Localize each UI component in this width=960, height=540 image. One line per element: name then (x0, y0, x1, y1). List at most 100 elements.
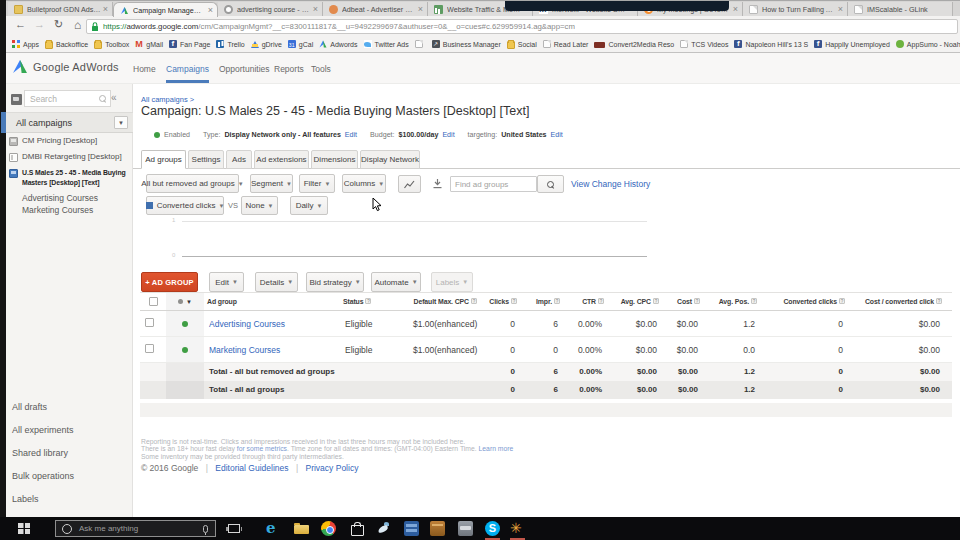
col-cost[interactable]: Cost? (662, 293, 703, 311)
edit-budget-link[interactable]: Edit (442, 131, 454, 139)
nav-reports[interactable]: Reports (274, 64, 304, 74)
sidebar-campaign-selected[interactable]: U.S Males 25 - 45 - Media Buying Masters… (6, 168, 133, 187)
refresh-icon[interactable]: ↻ (54, 18, 63, 31)
breadcrumb[interactable]: All campaigns > (141, 95, 194, 104)
close-icon[interactable]: × (103, 5, 108, 14)
download-button[interactable] (427, 175, 448, 193)
tab-display-network[interactable]: Display Network (360, 150, 420, 169)
tab-dimensions[interactable]: Dimensions (311, 150, 358, 169)
tab-settings[interactable]: Settings (188, 150, 224, 169)
help-icon[interactable]: ? (751, 298, 757, 304)
browser-tab[interactable]: Adbeat - Advertiser Profi × (323, 2, 428, 17)
bookmark[interactable]: Convert2Media Reso (594, 41, 674, 48)
tab-ad-groups[interactable]: Ad groups (141, 150, 186, 169)
interval-dropdown[interactable]: Daily▼ (290, 196, 328, 215)
task-view-button[interactable] (228, 524, 240, 533)
row-checkbox[interactable] (140, 337, 166, 363)
sidebar-adgroup[interactable]: Advertising Courses (22, 193, 98, 203)
media-app-icon[interactable] (458, 521, 473, 536)
edit-dropdown[interactable]: Edit▼ (209, 272, 244, 292)
bookmark[interactable]: gDrive (251, 41, 282, 48)
compare-dropdown[interactable]: None▼ (241, 196, 278, 215)
chevron-down-icon[interactable]: ▼ (114, 116, 128, 129)
row-status-dot[interactable] (166, 337, 204, 363)
sidebar-search-input[interactable] (24, 90, 111, 107)
help-icon[interactable]: ? (936, 298, 942, 304)
learn-more-link[interactable]: Learn more (479, 445, 514, 452)
close-icon[interactable]: × (208, 6, 213, 15)
help-icon[interactable]: ? (471, 298, 477, 304)
col-clicks[interactable]: Clicks? (480, 293, 520, 311)
chrome-icon[interactable] (321, 521, 336, 536)
browser-tab[interactable]: Bulletproof GDN Ads Ski × (8, 2, 113, 17)
close-icon[interactable]: × (838, 5, 843, 14)
bookmark[interactable]: Napoleon Hill's 13 S (734, 40, 808, 48)
find-search-button[interactable] (537, 175, 564, 193)
edge-icon[interactable]: e (266, 521, 281, 536)
ad-group-link[interactable]: Advertising Courses (209, 319, 285, 329)
url-bar[interactable]: https://adwords.google.com/cm/CampaignMg… (86, 19, 958, 34)
sidebar-campaign[interactable]: DMBI Retargeting [Desktop] (6, 152, 133, 163)
bookmark[interactable]: Toolbox (94, 40, 129, 49)
col-impr[interactable]: Impr.? (520, 293, 563, 311)
for-some-metrics-link[interactable]: for some metrics (237, 445, 287, 452)
bookmark[interactable]: gMail (135, 40, 163, 48)
nav-campaigns[interactable]: Campaigns (166, 64, 209, 83)
bookmark[interactable]: TCS Videos (680, 40, 728, 48)
bookmark[interactable]: Business Manager (432, 40, 501, 48)
back-icon[interactable]: ← (15, 18, 26, 30)
col-status[interactable]: Status? (340, 293, 408, 311)
help-icon[interactable]: ? (839, 298, 845, 304)
filter-dropdown[interactable]: Filter▼ (299, 174, 335, 193)
bookmark[interactable]: Trello (216, 40, 244, 48)
archive-app-icon[interactable] (430, 521, 445, 536)
browser-tab[interactable]: IMScalable - GLink (848, 2, 953, 17)
file-explorer-icon[interactable] (294, 525, 309, 534)
bookmark[interactable]: Happily Unemployed (814, 40, 890, 48)
close-icon[interactable]: × (733, 5, 738, 14)
columns-dropdown[interactable]: Columns▼ (342, 174, 386, 193)
sidebar-campaign[interactable]: CM Pricing [Desktop] (6, 136, 133, 147)
tab-ad-extensions[interactable]: Ad extensions (254, 150, 309, 169)
skype-icon[interactable]: S (485, 521, 500, 536)
sidebar-adgroup[interactable]: Marketing Courses (22, 205, 93, 215)
windows-store-icon[interactable] (349, 521, 364, 536)
home-icon[interactable]: ⌂ (74, 18, 81, 32)
select-all-checkbox[interactable] (140, 293, 166, 311)
bird-app-icon[interactable] (376, 521, 391, 536)
sidebar-item-bulk-operations[interactable]: Bulk operations (12, 471, 74, 481)
add-ad-group-button[interactable]: + AD GROUP (141, 272, 198, 292)
help-icon[interactable]: ? (653, 298, 659, 304)
help-icon[interactable]: ? (554, 298, 560, 304)
col-default-max-cpc[interactable]: Default Max. CPC? (408, 293, 480, 311)
edit-targeting-link[interactable]: Edit (551, 131, 563, 139)
microphone-icon[interactable] (203, 525, 208, 533)
find-ad-groups-input[interactable] (450, 176, 537, 192)
bookmark[interactable]: Read Later (543, 40, 589, 48)
view-change-history-link[interactable]: View Change History (571, 179, 650, 189)
bookmark[interactable]: Fan Page (169, 40, 210, 48)
chart-toggle-button[interactable] (398, 175, 421, 193)
close-icon[interactable]: × (418, 5, 423, 14)
privacy-policy-link[interactable]: Privacy Policy (305, 463, 358, 473)
row-status-dot[interactable] (166, 311, 204, 337)
start-button[interactable] (18, 523, 30, 534)
bookmark[interactable] (415, 40, 426, 48)
nav-home[interactable]: Home (133, 64, 156, 74)
help-icon[interactable]: ? (365, 298, 371, 304)
metric-dropdown[interactable]: Converted clicks▼ (146, 196, 224, 215)
col-converted-clicks[interactable]: Converted clicks? (760, 293, 848, 311)
nav-tools[interactable]: Tools (311, 64, 331, 74)
taskbar-search-box[interactable]: Ask me anything (55, 520, 216, 537)
sidebar-folder-button[interactable] (11, 94, 22, 105)
sidebar-item-labels[interactable]: Labels (12, 494, 39, 504)
editorial-guidelines-link[interactable]: Editorial Guidelines (215, 463, 288, 473)
row-checkbox[interactable] (140, 311, 166, 337)
bookmark[interactable]: AppSumo - Noah Ka (896, 40, 960, 48)
bookmark[interactable]: Twitter Ads (364, 40, 409, 48)
all-campaigns-header[interactable]: All campaigns ▼ (6, 112, 133, 133)
bookmark[interactable]: Social (507, 40, 537, 49)
help-icon[interactable]: ? (694, 298, 700, 304)
help-icon[interactable]: ? (511, 298, 517, 304)
help-icon[interactable]: ? (598, 298, 604, 304)
